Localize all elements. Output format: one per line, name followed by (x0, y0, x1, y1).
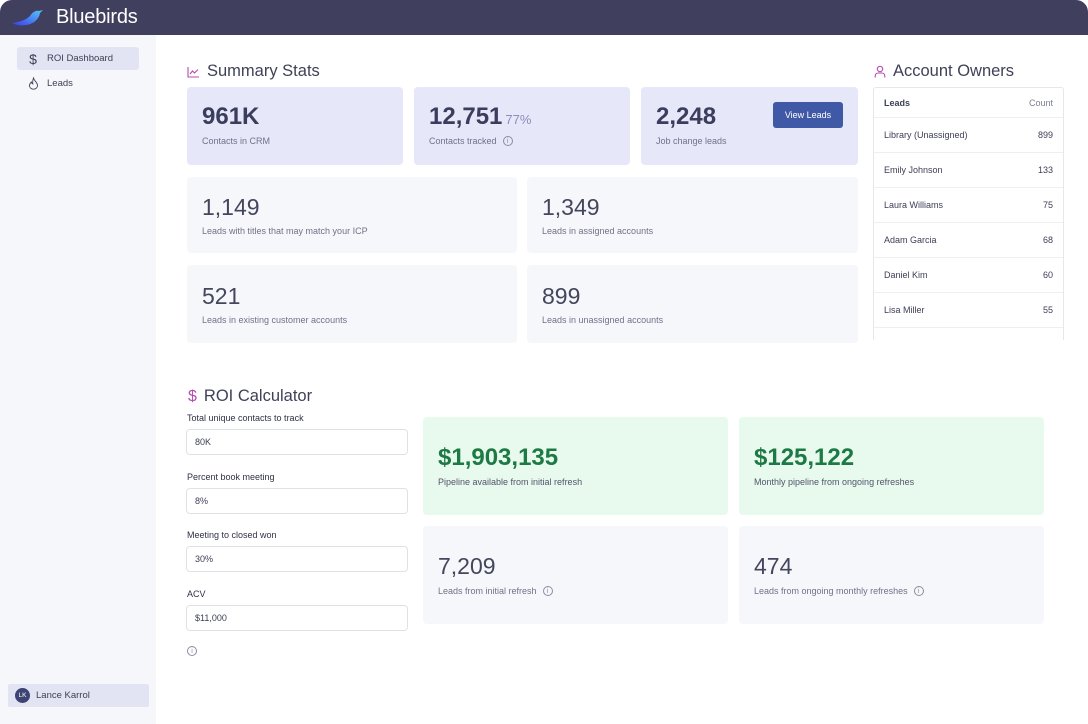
field-label-total-contacts: Total unique contacts to track (187, 413, 304, 423)
sidebar-item-roi-dashboard[interactable]: $ ROI Dashboard (17, 47, 139, 70)
sidebar: $ ROI Dashboard Leads LK Lance Karrol (0, 35, 156, 724)
column-header-count[interactable]: Count (1029, 98, 1053, 108)
roi-calculator-title: ROI Calculator (203, 387, 313, 405)
flame-icon (26, 77, 40, 90)
stat-label: Contacts in CRM (202, 136, 271, 146)
stat-label: Leads in unassigned accounts (542, 315, 664, 325)
table-row[interactable]: Laura Williams 75 (874, 188, 1063, 223)
stat-label-text: Contacts tracked (429, 136, 497, 146)
field-label-acv: ACV (187, 589, 206, 599)
stat-number: 12,751 (429, 103, 503, 130)
owner-count: 60 (1042, 270, 1053, 280)
user-name: Lance Karrol (36, 690, 90, 701)
result-value: 7,209 (438, 553, 496, 579)
table-row[interactable]: Adam Garcia 68 (874, 223, 1063, 258)
info-icon[interactable]: i (542, 586, 553, 596)
owner-count: 75 (1042, 200, 1053, 210)
table-row[interactable]: Emily Johnson 133 (874, 153, 1063, 188)
column-header-leads[interactable]: Leads (884, 98, 910, 108)
result-card-initial-pipeline: $1,903,135 Pipeline available from initi… (423, 417, 728, 515)
owner-count: 55 (1042, 305, 1053, 315)
result-value: $1,903,135 (438, 444, 559, 471)
stat-card-contacts-in-crm: 961K Contacts in CRM (187, 87, 403, 165)
stat-percent: 77% (505, 112, 532, 127)
brand-name: Bluebirds (56, 6, 138, 28)
stat-label: Leads in assigned accounts (542, 226, 654, 236)
summary-stats-title: Summary Stats (207, 62, 320, 80)
account-owners-title: Account Owners (893, 62, 1015, 80)
result-value: $125,122 (754, 444, 855, 471)
user-profile-button[interactable]: LK Lance Karrol (8, 684, 149, 707)
stat-value: 1,149 (202, 194, 260, 220)
table-row[interactable]: Library (Unassigned) 899 (874, 118, 1063, 153)
sidebar-item-label: Leads (47, 78, 73, 89)
owner-name: Laura Williams (884, 200, 944, 210)
meeting-to-closed-won-input[interactable] (186, 546, 408, 572)
owner-name: Daniel Kim (884, 270, 928, 280)
owner-name: Library (Unassigned) (884, 130, 968, 140)
result-label-text: Leads from ongoing monthly refreshes (754, 586, 908, 596)
dollar-icon: $ (188, 387, 197, 405)
result-label: Monthly pipeline from ongoing refreshes (754, 477, 915, 487)
acv-input[interactable] (186, 605, 408, 631)
info-icon[interactable]: i (913, 586, 924, 596)
stat-label: Leads in existing customer accounts (202, 315, 348, 325)
owner-name: Adam Garcia (884, 235, 937, 245)
owner-name: Emily Johnson (884, 165, 943, 175)
account-owners-table: Leads Count Library (Unassigned) 899 Emil… (873, 87, 1064, 340)
table-row[interactable]: Lisa Miller 55 (874, 293, 1063, 328)
result-card-initial-leads: 7,209 Leads from initial refresh i (423, 526, 728, 624)
stat-value: 1,349 (542, 194, 600, 220)
info-icon[interactable]: i (187, 646, 197, 656)
result-label: Leads from initial refresh i (438, 586, 553, 596)
info-icon[interactable]: i (502, 136, 513, 146)
summary-stats-heading: Summary Stats (187, 62, 320, 81)
line-chart-icon (187, 66, 200, 78)
sidebar-item-leads[interactable]: Leads (17, 72, 139, 95)
sidebar-item-label: ROI Dashboard (47, 53, 114, 64)
stat-card-icp-leads: 1,149 Leads with titles that may match y… (187, 177, 517, 253)
percent-book-meeting-input[interactable] (186, 488, 408, 514)
stat-value: 899 (542, 283, 581, 309)
stat-value: 12,751 77% (429, 103, 531, 131)
top-bar: Bluebirds (0, 0, 1088, 35)
stat-label: Contacts tracked i (429, 136, 513, 146)
total-contacts-input[interactable] (186, 429, 408, 455)
stat-value: 961K (202, 103, 260, 130)
dollar-icon: $ (29, 50, 37, 67)
stat-card-contacts-tracked: 12,751 77% Contacts tracked i (414, 87, 630, 165)
owner-count: 133 (1037, 165, 1053, 175)
result-card-monthly-pipeline: $125,122 Monthly pipeline from ongoing r… (739, 417, 1044, 515)
app-window: Bluebirds $ ROI Dashboard Leads LK Lance… (0, 0, 1088, 724)
user-icon (874, 65, 886, 78)
roi-calculator-heading: $ ROI Calculator (188, 387, 312, 406)
bluebird-logo-icon (12, 9, 43, 25)
owner-count: 68 (1042, 235, 1053, 245)
result-label: Leads from ongoing monthly refreshes i (754, 586, 924, 596)
stat-value: 2,248 (656, 103, 717, 130)
result-value: 474 (754, 553, 793, 579)
stat-card-assigned-accounts: 1,349 Leads in assigned accounts (527, 177, 858, 253)
stat-value: 521 (202, 283, 241, 309)
avatar: LK (15, 688, 30, 703)
field-label-meeting-to-closed-won: Meeting to closed won (187, 530, 277, 540)
view-leads-button[interactable]: View Leads (773, 102, 843, 128)
field-label-percent-book-meeting: Percent book meeting (187, 472, 275, 482)
result-label-text: Leads from initial refresh (438, 586, 537, 596)
table-row[interactable]: Daniel Kim 60 (874, 258, 1063, 293)
stat-label: Job change leads (656, 136, 727, 146)
owner-name: Lisa Miller (884, 305, 925, 315)
stat-label: Leads with titles that may match your IC… (202, 226, 368, 236)
account-owners-heading: Account Owners (874, 62, 1014, 81)
stat-card-unassigned-accounts: 899 Leads in unassigned accounts (527, 265, 858, 343)
table-header: Leads Count (874, 88, 1063, 118)
result-card-monthly-leads: 474 Leads from ongoing monthly refreshes… (739, 526, 1044, 624)
owner-count: 899 (1037, 130, 1053, 140)
result-label: Pipeline available from initial refresh (438, 477, 583, 487)
stat-card-customer-accounts: 521 Leads in existing customer accounts (187, 265, 517, 343)
stat-card-job-change-leads: 2,248 Job change leads View Leads (641, 87, 858, 165)
